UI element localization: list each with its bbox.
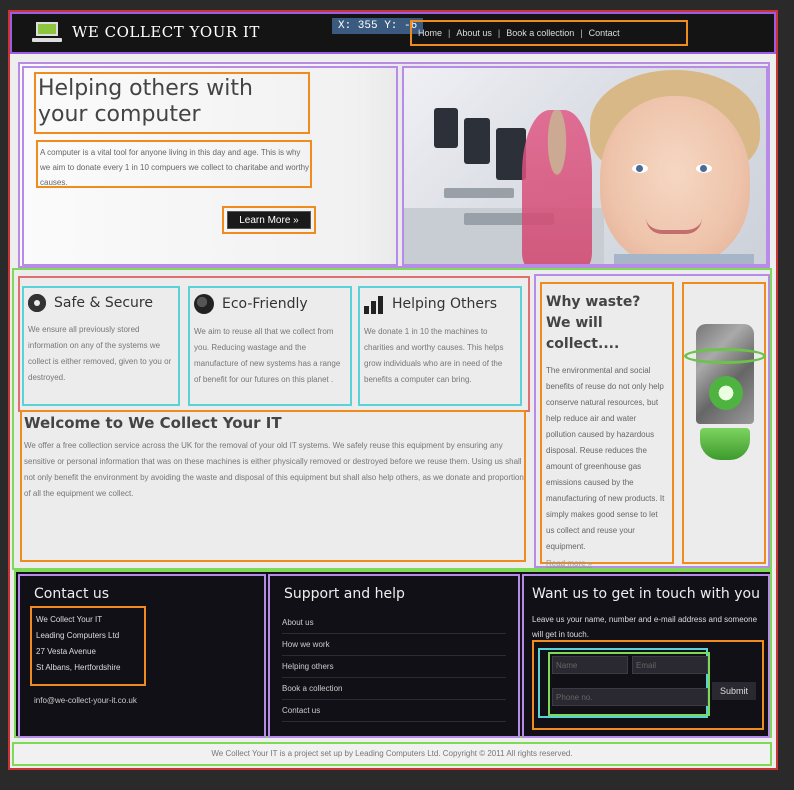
form-fields-group: Name Email Phone no. (538, 648, 710, 718)
feature-text: We donate 1 in 10 the machines to charit… (364, 327, 504, 384)
main-nav: Home | About us | Book a collection | Co… (410, 20, 688, 46)
why-waste-title: Why waste? We will collect.... (546, 294, 641, 352)
welcome-text: We offer a free collection service acros… (24, 441, 524, 498)
footer-contact-title: Contact us (34, 586, 110, 602)
footer-contact: Contact us We Collect Your IT Leading Co… (18, 574, 266, 738)
name-field[interactable]: Name (552, 656, 628, 674)
why-waste-text: The environmental and social benefits of… (546, 366, 665, 551)
feature-title: Safe & Secure (54, 295, 153, 311)
footer-link-about-us[interactable]: About us (282, 612, 506, 634)
feature-title: Helping Others (392, 296, 498, 312)
hero-content: Helping others with your computer A comp… (22, 66, 398, 266)
nav-about-us[interactable]: About us (450, 28, 498, 38)
get-in-touch-text: Leave us your name, number and e-mail ad… (532, 615, 758, 639)
feature-safe-secure: Safe & Secure We ensure all previously s… (22, 286, 180, 406)
logo-text: WE COLLECT YOUR IT (72, 23, 260, 41)
learn-more-wrapper: Learn More » (222, 206, 316, 234)
form-fields-inner: Name Email Phone no. (548, 652, 710, 716)
hero-section: Helping others with your computer A comp… (18, 62, 770, 268)
welcome-title: Welcome to We Collect Your IT (24, 414, 282, 432)
learn-more-button[interactable]: Learn More » (227, 211, 311, 229)
feature-eco-friendly: Eco-Friendly We aim to reuse all that we… (188, 286, 352, 406)
globe-icon (194, 294, 214, 314)
footer-support: Support and help About us How we work He… (268, 574, 520, 738)
feature-text: We ensure all previously stored informat… (28, 325, 172, 382)
recycle-icon (684, 324, 766, 464)
nav-contact[interactable]: Contact (583, 28, 626, 38)
main-content: Safe & Secure We ensure all previously s… (12, 268, 772, 570)
why-waste-panel: Why waste? We will collect.... The envir… (534, 274, 770, 568)
nav-home[interactable]: Home (412, 28, 448, 38)
nav-book-collection[interactable]: Book a collection (500, 28, 580, 38)
footer-link-contact-us[interactable]: Contact us (282, 700, 506, 722)
email-field[interactable]: Email (632, 656, 708, 674)
phone-field[interactable]: Phone no. (552, 688, 708, 706)
footer-link-book-collection[interactable]: Book a collection (282, 678, 506, 700)
site-logo[interactable]: WE COLLECT YOUR IT (32, 22, 260, 42)
contact-address: We Collect Your IT Leading Computers Ltd… (30, 606, 146, 686)
features-row: Safe & Secure We ensure all previously s… (18, 276, 530, 412)
footer-support-title: Support and help (284, 586, 405, 602)
footer-link-how-we-work[interactable]: How we work (282, 634, 506, 656)
recycle-image (682, 282, 766, 564)
submit-button[interactable]: Submit (712, 682, 756, 700)
site-footer: Contact us We Collect Your IT Leading Co… (14, 570, 772, 738)
address-line: We Collect Your IT (36, 615, 103, 624)
feature-helping-others: Helping Others We donate 1 in 10 the mac… (358, 286, 522, 406)
hero-title: Helping others with your computer (34, 72, 310, 134)
feature-title: Eco-Friendly (222, 296, 308, 312)
address-line: Leading Computers Ltd (36, 631, 120, 640)
footer-link-helping-others[interactable]: Helping others (282, 656, 506, 678)
bar-chart-icon (364, 294, 384, 314)
site-header: WE COLLECT YOUR IT X: 355 Y: -6 Home | A… (10, 12, 776, 54)
welcome-section: Welcome to We Collect Your IT We offer a… (20, 410, 526, 562)
hero-photo (402, 66, 768, 266)
gear-icon (28, 294, 46, 312)
address-line: St Albans, Hertfordshire (36, 663, 121, 672)
why-waste-content: Why waste? We will collect.... The envir… (540, 282, 674, 568)
feature-text: We aim to reuse all that we collect from… (194, 327, 341, 384)
address-line: 27 Vesta Avenue (36, 647, 96, 656)
hero-text: A computer is a vital tool for anyone li… (36, 140, 312, 188)
laptop-icon (32, 22, 62, 42)
contact-email-link[interactable]: info@we-collect-your-it.co.uk (34, 696, 137, 705)
footer-get-in-touch: Want us to get in touch with you Leave u… (522, 574, 770, 738)
copyright-bar: We Collect Your IT is a project set up b… (12, 742, 772, 766)
footer-get-in-touch-title: Want us to get in touch with you (532, 586, 760, 602)
read-more-link[interactable]: Read more » (546, 559, 668, 568)
contact-form: Name Email Phone no. Submit (532, 640, 764, 730)
